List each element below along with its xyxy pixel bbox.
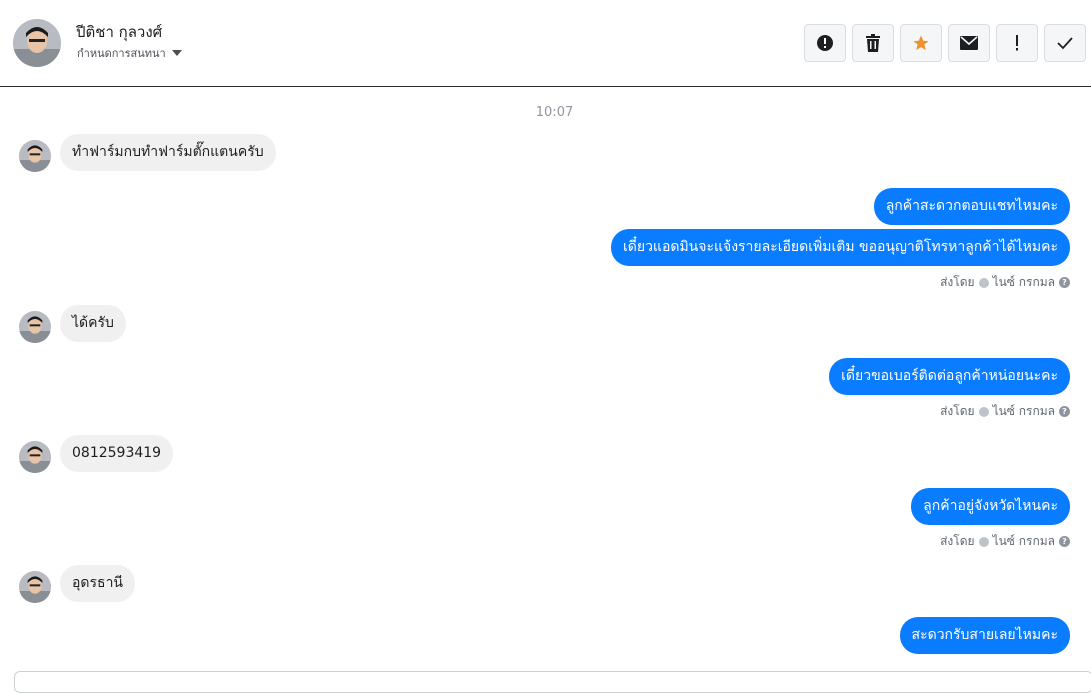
sent-by-info: ส่งโดย ไนซ์ กรกมล ?	[940, 273, 1070, 292]
trash-icon	[866, 34, 880, 52]
check-circle-icon	[978, 277, 989, 288]
outgoing-message-bubble: เดี๋ยวขอเบอร์ติดต่อลูกค้าหน่อยนะคะ	[829, 358, 1070, 395]
star-button[interactable]	[900, 24, 942, 62]
delete-button[interactable]	[852, 24, 894, 62]
message-timestamp: 10:07	[535, 105, 574, 120]
help-icon[interactable]: ?	[1059, 406, 1070, 417]
help-icon[interactable]: ?	[1059, 536, 1070, 547]
exclamation-icon	[1016, 35, 1018, 51]
sent-by-info: ส่งโดย ไนซ์ กรกมล ?	[940, 532, 1070, 551]
sender-avatar[interactable]	[19, 311, 51, 343]
outgoing-message-bubble: สะดวกรับสายเลยไหมคะ	[899, 617, 1070, 654]
check-circle-icon	[978, 406, 989, 417]
mark-unread-button[interactable]	[948, 24, 990, 62]
caret-down-icon	[171, 50, 182, 56]
outgoing-message-bubble: เดี๋ยวแอดมินจะแจ้งรายละเอียดเพิ่มเติม ขอ…	[610, 229, 1070, 266]
incoming-message-bubble: ได้ครับ	[60, 305, 126, 342]
sender-avatar[interactable]	[19, 441, 51, 473]
sent-by-name: ไนซ์ กรกมล	[992, 534, 1055, 548]
sent-by-name: ไนซ์ กรกมล	[992, 404, 1055, 418]
sender-avatar[interactable]	[19, 140, 51, 172]
mark-spam-button[interactable]	[804, 24, 846, 62]
sent-by-name: ไนซ์ กรกมล	[992, 275, 1055, 289]
sent-by-label: ส่งโดย	[940, 275, 975, 289]
star-icon	[913, 35, 929, 51]
contact-avatar[interactable]	[13, 19, 61, 67]
conversation-setting-label: กำหนดการสนทนา	[77, 47, 166, 60]
alert-circle-icon	[817, 35, 833, 51]
incoming-message-bubble: ทำฟาร์มกบทำฟาร์มตั๊กแตนครับ	[60, 134, 276, 171]
sent-by-info: ส่งโดย ไนซ์ กรกมล ?	[940, 402, 1070, 421]
conversation-setting-dropdown[interactable]: กำหนดการสนทนา	[77, 44, 182, 62]
sent-by-label: ส่งโดย	[940, 404, 975, 418]
sent-by-label: ส่งโดย	[940, 534, 975, 548]
envelope-icon	[960, 36, 978, 50]
check-icon	[1057, 37, 1073, 50]
action-toolbar	[804, 24, 1086, 62]
check-circle-icon	[978, 536, 989, 547]
sender-avatar[interactable]	[19, 571, 51, 603]
outgoing-message-bubble: ลูกค้าสะดวกตอบแชทไหมคะ	[873, 188, 1070, 225]
conversation-header: ปีติชา กุลวงศ์ กำหนดการสนทนา	[0, 0, 1091, 87]
message-thread: 10:07 ทำฟาร์มกบทำฟาร์มตั๊กแตนครับ ลูกค้า…	[0, 88, 1091, 677]
contact-name: ปีติชา กุลวงศ์	[76, 23, 163, 41]
message-composer[interactable]	[14, 671, 1091, 693]
done-button[interactable]	[1044, 24, 1086, 62]
incoming-message-bubble: 0812593419	[60, 435, 174, 472]
incoming-message-bubble: อุดรธานี	[60, 565, 135, 602]
outgoing-message-bubble: ลูกค้าอยู่จังหวัดไหนคะ	[911, 488, 1070, 525]
important-button[interactable]	[996, 24, 1038, 62]
help-icon[interactable]: ?	[1059, 277, 1070, 288]
